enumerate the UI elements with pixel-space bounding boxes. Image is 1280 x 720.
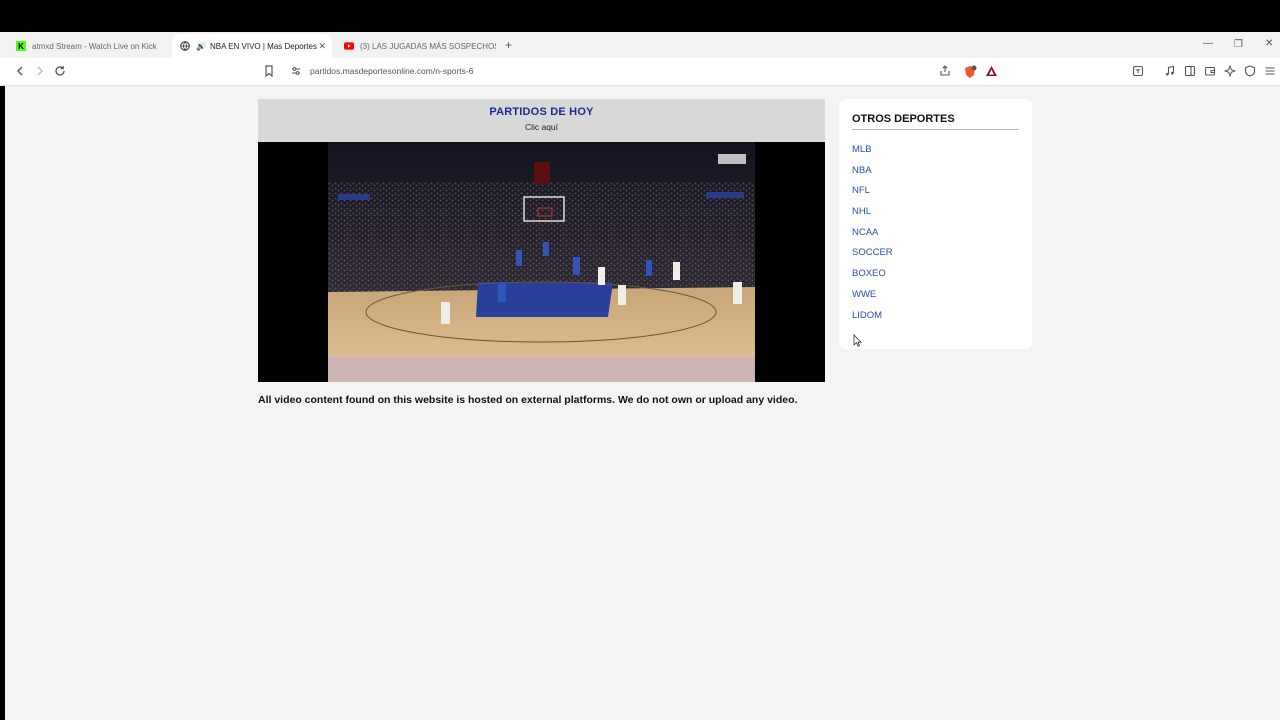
sidebar-icon[interactable] (1184, 65, 1196, 81)
sport-link-nhl[interactable]: NHL (852, 202, 1019, 223)
share-icon[interactable] (939, 65, 951, 81)
sport-link-nba[interactable]: NBA (852, 161, 1019, 182)
other-sports-card: OTROS DEPORTES MLB NBA NFL NHL NCAA SOCC… (839, 99, 1032, 349)
sport-link-ncaa[interactable]: NCAA (852, 223, 1019, 244)
tab-strip: K atmxd Stream - Watch Live on Kick 🔊 NB… (0, 32, 1280, 58)
click-here-link[interactable]: Clic aquí (258, 122, 825, 132)
translate-icon[interactable] (1132, 65, 1144, 81)
tab-label: atmxd Stream - Watch Live on Kick (32, 41, 157, 51)
globe-icon (180, 41, 190, 51)
games-today-title[interactable]: PARTIDOS DE HOY (258, 106, 825, 118)
menu-icon[interactable] (1264, 65, 1276, 81)
address-bar[interactable]: partidos.masdeportesonline.com/n-sports-… (310, 66, 473, 76)
sport-link-nfl[interactable]: NFL (852, 181, 1019, 202)
forward-icon[interactable] (34, 65, 46, 81)
video-player[interactable] (258, 142, 825, 382)
browser-toolbar: partidos.masdeportesonline.com/n-sports-… (0, 58, 1280, 86)
tab-label: (3) LAS JUGADAS MÁS SOSPECHOSAS (360, 41, 496, 51)
wallet-icon[interactable] (1204, 65, 1216, 81)
tab-nba[interactable]: 🔊 NBA EN VIVO | Mas Deportes ✕ (172, 34, 332, 58)
brave-shields-icon[interactable] (963, 65, 977, 83)
reload-icon[interactable] (54, 65, 66, 81)
card-header: PARTIDOS DE HOY Clic aquí (258, 99, 825, 142)
brave-rewards-icon[interactable] (985, 65, 998, 81)
sport-link-wwe[interactable]: WWE (852, 285, 1019, 306)
sport-link-soccer[interactable]: SOCCER (852, 243, 1019, 264)
window-top-band (0, 0, 1280, 32)
tab-youtube[interactable]: (3) LAS JUGADAS MÁS SOSPECHOSAS (336, 34, 496, 58)
site-settings-icon[interactable] (290, 65, 302, 81)
bookmark-icon[interactable] (264, 65, 274, 81)
sport-link-lidom[interactable]: LIDOM (852, 306, 1019, 327)
sport-link-boxeo[interactable]: BOXEO (852, 264, 1019, 285)
video-frame[interactable] (328, 142, 755, 382)
new-tab-icon[interactable]: + (505, 38, 512, 52)
kick-icon: K (16, 41, 26, 51)
disclaimer-text: All video content found on this website … (258, 394, 798, 406)
close-tab-icon[interactable]: ✕ (318, 41, 326, 52)
sports-list: MLB NBA NFL NHL NCAA SOCCER BOXEO WWE LI… (852, 140, 1019, 326)
speaker-icon[interactable]: 🔊 (196, 42, 206, 51)
tab-label: NBA EN VIVO | Mas Deportes (209, 41, 317, 51)
youtube-icon (344, 41, 354, 51)
other-sports-title: OTROS DEPORTES (852, 113, 1019, 130)
mouse-cursor-icon (853, 334, 862, 350)
basketball-game-image (328, 142, 755, 382)
vpn-shield-icon[interactable] (1244, 65, 1256, 81)
restore-icon[interactable]: ❐ (1234, 39, 1243, 50)
media-icon[interactable] (1164, 65, 1176, 81)
close-window-icon[interactable]: ✕ (1265, 38, 1273, 49)
tab-kick[interactable]: K atmxd Stream - Watch Live on Kick (8, 34, 168, 58)
leo-ai-icon[interactable] (1223, 64, 1237, 81)
minimize-icon[interactable]: — (1203, 38, 1213, 49)
back-icon[interactable] (14, 65, 26, 81)
page-content: PARTIDOS DE HOY Clic aquí All video cont… (5, 86, 1280, 720)
sport-link-mlb[interactable]: MLB (852, 140, 1019, 161)
main-card: PARTIDOS DE HOY Clic aquí (258, 99, 825, 382)
